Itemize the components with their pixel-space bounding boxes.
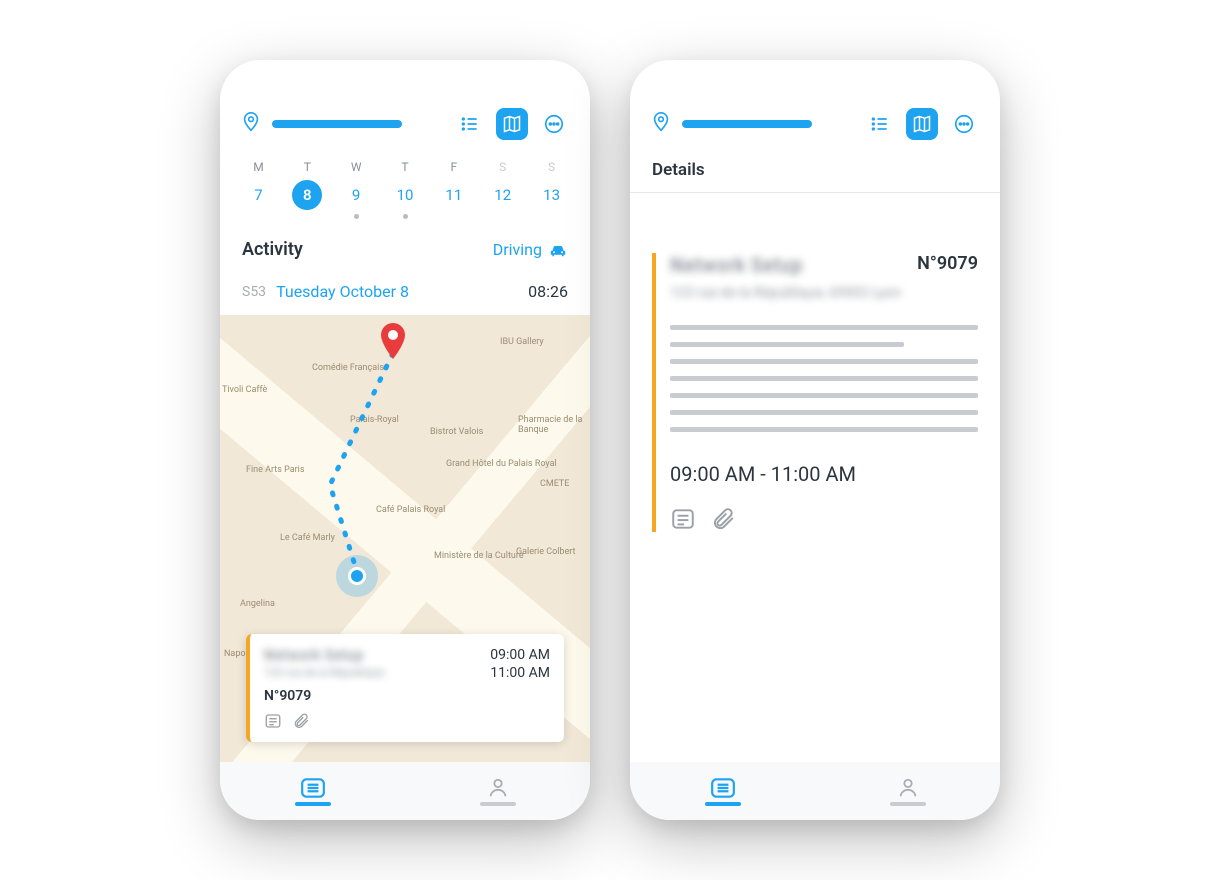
map-view[interactable]: IBU GalleryComédie FrançaiseTivoli Caffè… [220, 315, 590, 762]
day-13[interactable]: S 13 [527, 160, 576, 219]
day-11[interactable]: F 11 [429, 160, 478, 219]
attachment-icon[interactable] [292, 712, 310, 730]
details-card: Network Setup N°9079 123 rue de la Répub… [652, 253, 978, 532]
car-icon [548, 242, 568, 258]
profile-icon [896, 777, 920, 799]
details-body: Network Setup N°9079 123 rue de la Répub… [630, 193, 1000, 762]
day-event-dot [403, 214, 408, 219]
day-9[interactable]: W9 [332, 160, 381, 219]
details-header: Details [630, 154, 1000, 193]
profile-icon [486, 777, 510, 799]
week-strip: M7T8W9T10F11S12S13 [220, 154, 590, 221]
details-number: N°9079 [917, 253, 978, 274]
day-8[interactable]: T8 [283, 160, 332, 219]
card-times: 09:00 AM 11:00 AM [490, 646, 550, 682]
card-time-end: 11:00 AM [490, 664, 550, 682]
location-pin-icon[interactable] [240, 111, 262, 137]
day-12[interactable]: S 12 [478, 160, 527, 219]
title-placeholder [682, 120, 812, 128]
map-view-button[interactable] [906, 108, 938, 140]
date-text: Tuesday October 8 [276, 282, 518, 301]
day-event-dot [354, 214, 359, 219]
card-icons [264, 712, 550, 730]
nav-profile-tab[interactable] [405, 762, 590, 820]
list-view-button[interactable] [864, 108, 896, 140]
bottom-nav [630, 762, 1000, 820]
card-number: N°9079 [264, 688, 550, 704]
details-address-blurred: 123 rue de la République, 69002 Lyon [670, 285, 978, 301]
bottom-nav [220, 762, 590, 820]
details-icons [670, 506, 978, 532]
week-number: S53 [242, 284, 266, 300]
day-10[interactable]: T 10 [381, 160, 430, 219]
activity-label: Activity [242, 239, 303, 260]
day-label: F [429, 160, 478, 174]
topbar [630, 100, 1000, 154]
notes-icon[interactable] [264, 712, 282, 730]
title-placeholder [272, 120, 402, 128]
driving-label: Driving [493, 240, 542, 259]
day-number: 11 [439, 180, 469, 210]
notes-icon[interactable] [670, 506, 696, 532]
nav-profile-tab[interactable] [815, 762, 1000, 820]
phone-activity: M7T8W9T10F11S12S13 Activity Driving S53 … [220, 60, 590, 820]
date-row: S53 Tuesday October 8 08:26 [220, 270, 590, 315]
destination-pin-icon[interactable] [380, 323, 406, 359]
screen-details: Details Network Setup N°9079 123 rue de … [630, 60, 1000, 820]
phone-details: Details Network Setup N°9079 123 rue de … [630, 60, 1000, 820]
tasks-list-icon [710, 777, 736, 799]
nav-tasks-tab[interactable] [220, 762, 405, 820]
card-subtitle-blurred: 123 rue de la République [264, 666, 384, 679]
current-location-dot [348, 567, 366, 585]
day-label: W [332, 160, 381, 174]
day-label: S [478, 160, 527, 174]
card-time-start: 09:00 AM [490, 646, 550, 664]
day-number: 12 [488, 180, 518, 210]
day-label: M [234, 160, 283, 174]
details-time-range: 09:00 AM - 11:00 AM [670, 462, 978, 486]
day-number: 8 [292, 180, 322, 210]
tasks-list-icon [300, 777, 326, 799]
driving-status[interactable]: Driving [493, 240, 568, 259]
day-label: T [381, 160, 430, 174]
activity-row: Activity Driving [220, 221, 590, 270]
day-label: S [527, 160, 576, 174]
list-view-button[interactable] [454, 108, 486, 140]
topbar [220, 100, 590, 154]
day-7[interactable]: M7 [234, 160, 283, 219]
job-card[interactable]: Network Setup 123 rue de la République 0… [246, 634, 564, 742]
card-title-blurred: Network Setup [264, 646, 384, 664]
day-number: 7 [243, 180, 273, 210]
day-number: 13 [537, 180, 567, 210]
more-options-button[interactable] [948, 108, 980, 140]
day-number: 10 [390, 180, 420, 210]
current-time: 08:26 [528, 282, 568, 301]
day-number: 9 [341, 180, 371, 210]
day-label: T [283, 160, 332, 174]
details-text-skeleton [670, 325, 978, 432]
attachment-icon[interactable] [710, 506, 736, 532]
nav-tasks-tab[interactable] [630, 762, 815, 820]
screen-activity: M7T8W9T10F11S12S13 Activity Driving S53 … [220, 60, 590, 820]
location-pin-icon[interactable] [650, 111, 672, 137]
map-view-button[interactable] [496, 108, 528, 140]
more-options-button[interactable] [538, 108, 570, 140]
details-title-blurred: Network Setup [670, 253, 803, 277]
